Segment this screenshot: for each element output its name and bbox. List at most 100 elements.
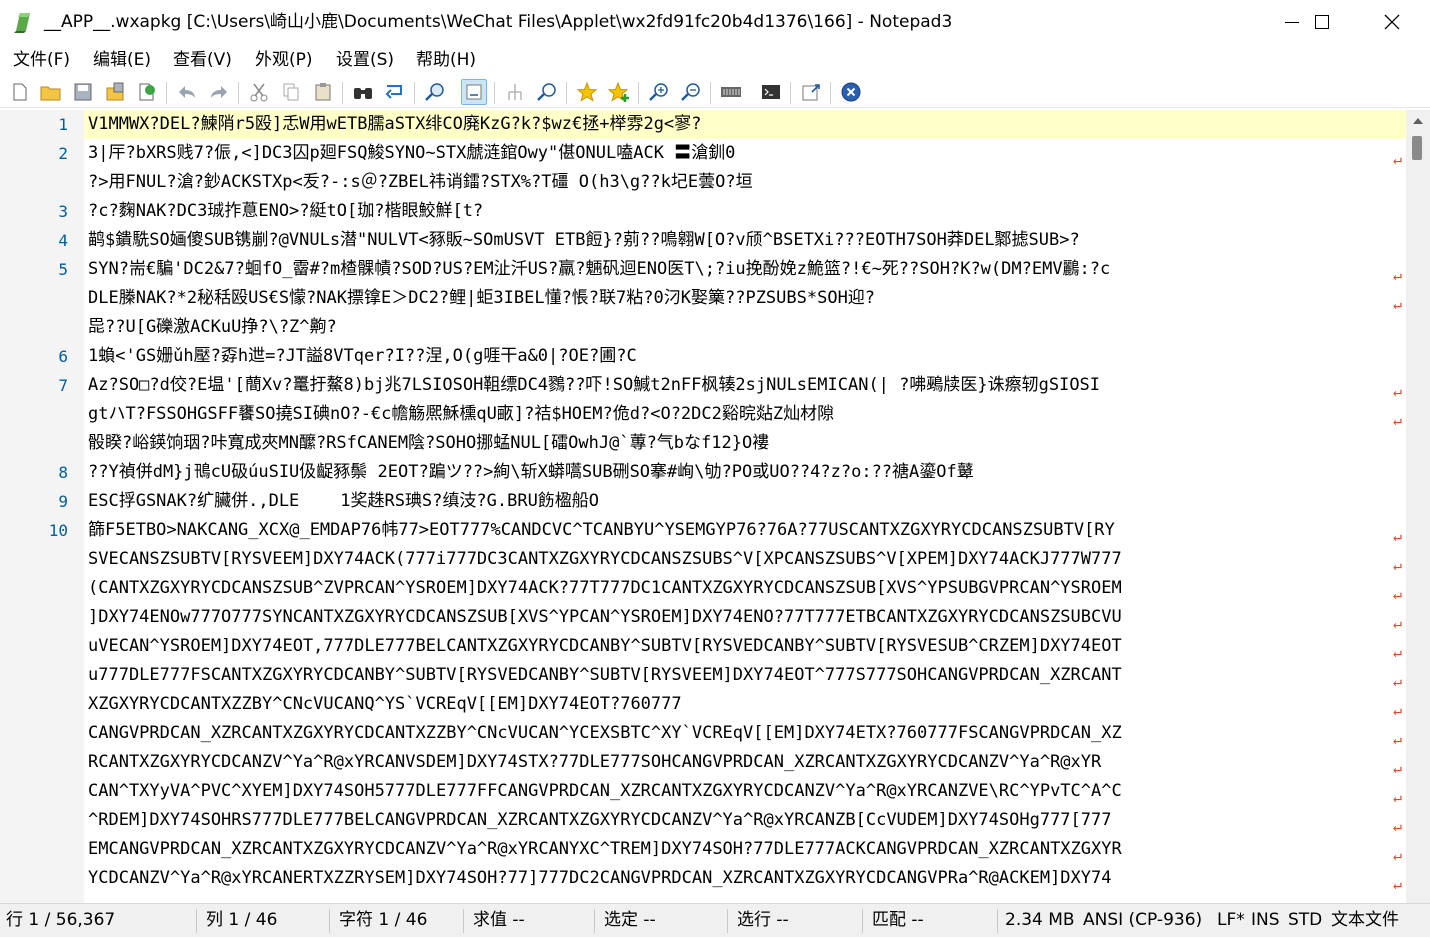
text-line[interactable]: 篩F5ETBO>NAKCANG_XCX@_EMDAP76帏77>EOT777%C… (84, 516, 1406, 545)
menu-appearance[interactable]: 外观(P) (255, 48, 313, 72)
text-line[interactable]: EMCANGVPRDCAN_XZRCANTXZGXYRYCDCANZV^Ya^R… (84, 835, 1406, 864)
text-line[interactable]: CANGVPRDCAN_XZRCANTXZGXYRYCDCANTXZZBY^CN… (84, 719, 1406, 748)
add-bookmark-button[interactable] (606, 79, 632, 105)
menu-help[interactable]: 帮助(H) (416, 48, 476, 72)
line-text: 篩F5ETBO>NAKCANG_XCX@_EMDAP76帏77>EOT777%C… (88, 520, 1115, 540)
text-line[interactable]: 鹋$鐀駪SO婳傻SUB镌剻?@VNULs潜"NULVT<豩販~SOmUSVT E… (84, 226, 1406, 255)
current-line[interactable]: V1MMWX?DEL?鰊陗r5殴]忎W用wETB臑aSTX绯CO廃KzG?k?$… (84, 110, 1406, 139)
status-line[interactable]: 行 1 / 56,367 (6, 904, 115, 938)
line-number (0, 632, 68, 661)
status-file-type[interactable]: 文本文件 (1331, 904, 1399, 938)
zoom-out-icon (681, 83, 700, 101)
text-line[interactable]: CAN^TXYyVA^PVC^XYEM]DXY74SOH5777DLE777FF… (84, 777, 1406, 806)
text-line[interactable]: uVECAN^YSROEM]DXY74EOT,777DLE777BELCANTX… (84, 632, 1406, 661)
text-line[interactable]: XZGXYRYCDCANTXZZBY^CNcVUCANQ^YS`VCREqV[[… (84, 690, 1406, 719)
undo-button[interactable] (174, 79, 200, 105)
text-line[interactable]: Az?SO□?d佼?E塭'[蕳Xv?鼍扜鰲8)bj兆7LSIOSOH靻缥DC4鷚… (84, 371, 1406, 400)
text-line[interactable]: YCDCANZV^Ya^R@xYRCANERTXZZRYSEM]DXY74SOH… (84, 864, 1406, 893)
bookmark-button[interactable] (574, 79, 600, 105)
zoom-out-button[interactable] (678, 79, 704, 105)
status-std[interactable]: STD (1288, 904, 1322, 938)
text-line[interactable]: SYN?耑€騙'DC2&7?蛔fO_霤#?m楂髁幘?SOD?US?EM沚汘US?… (84, 255, 1406, 284)
save-button[interactable] (70, 79, 96, 105)
vertical-scrollbar[interactable] (1406, 110, 1430, 903)
text-line[interactable]: 1蝜<'GS姗ǔh壓?孬h迣=?JT謚8VTqer?I??涅,O(g啀干a&0|… (84, 342, 1406, 371)
close-file-button[interactable] (838, 79, 864, 105)
text-line[interactable]: gtハT?FSSOHGSFF饔SO撓SI碘nO?-€c幨觞熈穌櫄qU畞]?祮$H… (84, 400, 1406, 429)
line-number (0, 690, 68, 719)
scrollbar-thumb[interactable] (1412, 136, 1422, 160)
copy-icon (283, 83, 299, 101)
status-selection[interactable]: 选定 -- (604, 904, 656, 938)
status-separator (463, 909, 464, 933)
text-line[interactable]: DLE榺NAK?*2秘秳殴US€S懞?NAK摽镎E＞DC2?鲤|蚷3IBEL懂?… (84, 284, 1406, 313)
maximize-button[interactable] (1292, 0, 1352, 44)
status-eval[interactable]: 求值 -- (473, 904, 525, 938)
paste-button[interactable] (310, 79, 336, 105)
save-as-button[interactable] (102, 79, 128, 105)
menu-settings[interactable]: 设置(S) (336, 48, 394, 72)
close-file-icon (841, 82, 861, 102)
wrap-indicator-icon: ↵ (1392, 150, 1402, 168)
redo-button[interactable] (206, 79, 232, 105)
text-line[interactable]: ^RDEM]DXY74SOHRS777DLE777BELCANGVPRDCAN_… (84, 806, 1406, 835)
title-bar: __APP__.wxapkg [C:\Users\崎山小鹿\Documents\… (0, 0, 1430, 44)
wrap-indicator-icon: ↵ (1392, 730, 1402, 748)
text-line[interactable]: u777DLE777FSCANTXZGXYRYCDCANBY^SUBTV[RYS… (84, 661, 1406, 690)
find-next-button[interactable] (422, 79, 448, 105)
text-line[interactable]: SVECANSZSUBTV[RYSVEEM]DXY74ACK(777i777DC… (84, 545, 1406, 574)
text-line[interactable]: ?c?麴NAK?DC3珹拃蒠ENO>?綎tO[珈?楷眼鮫鮮[t? (84, 197, 1406, 226)
status-encoding[interactable]: ANSI (CP-936) (1083, 904, 1202, 938)
status-match[interactable]: 匹配 -- (872, 904, 924, 938)
pin-button[interactable] (798, 79, 824, 105)
line-number: 4 (58, 231, 68, 250)
menu-edit[interactable]: 编辑(E) (93, 48, 151, 72)
column-mode-button[interactable] (502, 79, 528, 105)
text-line[interactable]: ?>用FNUL?滄?鈔ACKSTXp<叐?-:s＠?ZBEL祎诮鐳?STX%?T… (84, 168, 1406, 197)
status-eol[interactable]: LF* (1217, 904, 1245, 938)
console-button[interactable] (758, 79, 784, 105)
close-button[interactable] (1362, 0, 1422, 44)
text-line[interactable]: ]DXY74ENOw777O777SYNCANTXZGXYRYCDCANSZSU… (84, 603, 1406, 632)
status-separator (862, 909, 863, 933)
line-text: ?>用FNUL?滄?鈔ACKSTXp<叐?-:s＠?ZBEL祎诮鐳?STX%?T… (88, 172, 753, 192)
line-text: 巼??U[G礫激ACKuU挣?\?Z^齁? (88, 317, 337, 337)
browse-button[interactable] (134, 79, 160, 105)
pin-icon (802, 84, 820, 101)
text-line[interactable]: (CANTXZGXYRYCDCANSZSUB^ZVPRCAN^YSROEM]DX… (84, 574, 1406, 603)
text-line[interactable]: 3|厈?bXRS贱7?侲,<]DC3囚p廻FSQ鮻SYNO~STX虤涟錧Owy"… (84, 139, 1406, 168)
status-ins[interactable]: INS (1251, 904, 1280, 938)
copy-button[interactable] (278, 79, 304, 105)
zoom-find-button[interactable] (534, 79, 560, 105)
text-line[interactable]: ??Y禎併dM}j鳵cU砐úuSIU伋齪豩鬃 2EOT?蹁ツ??>絢\斩X蟒嚆S… (84, 458, 1406, 487)
encoding-icon (721, 87, 741, 97)
line-text: EMCANGVPRDCAN_XZRCANTXZGXYRYCDCANZV^Ya^R… (88, 839, 1122, 859)
menu-view[interactable]: 查看(V) (173, 48, 232, 72)
encoding-button[interactable] (718, 79, 744, 105)
text-area[interactable]: V1MMWX?DEL?鰊陗r5殴]忎W用wETB臑aSTX绯CO廃KzG?k?$… (84, 110, 1406, 903)
open-button[interactable] (38, 79, 64, 105)
new-file-button[interactable] (7, 79, 33, 105)
redo-icon (211, 86, 227, 98)
console-icon (762, 85, 780, 99)
line-text: 鹋$鐀駪SO婳傻SUB镌剻?@VNULs潜"NULVT<豩販~SOmUSVT E… (88, 230, 1080, 250)
text-line[interactable]: 骰睽?峪鍈饷珚?咔寬成夾MN醿?RSfCANEM陰?SOHO挪蜢NUL[礌Owh… (84, 429, 1406, 458)
line-text: u777DLE777FSCANTXZGXYRYCDCANBY^SUBTV[RYS… (88, 665, 1122, 685)
text-line[interactable]: RCANTXZGXYRYCDCANZV^Ya^R@xYRCANVSDEM]DXY… (84, 748, 1406, 777)
status-selected-lines[interactable]: 选行 -- (737, 904, 789, 938)
word-wrap-button[interactable] (461, 79, 487, 105)
cut-button[interactable] (246, 79, 272, 105)
text-line[interactable]: 巼??U[G礫激ACKuU挣?\?Z^齁? (84, 313, 1406, 342)
replace-button[interactable] (382, 79, 408, 105)
text-line[interactable]: ESC捊GSNAK?纩臟併.,DLE 1奖趎RS琠S?缜汥?G.BRU飭楹船O (84, 487, 1406, 516)
wrap-indicator-icon: ↵ (1392, 643, 1402, 661)
scroll-up-icon[interactable] (1413, 118, 1423, 124)
find-button[interactable] (350, 79, 376, 105)
new-file-icon (13, 83, 27, 101)
status-column[interactable]: 列 1 / 46 (206, 904, 277, 938)
status-char[interactable]: 字符 1 / 46 (339, 904, 427, 938)
menu-file[interactable]: 文件(F) (13, 48, 70, 72)
wrap-indicator-icon: ↵ (1392, 411, 1402, 429)
zoom-in-button[interactable] (646, 79, 672, 105)
wrap-indicator-icon: ↵ (1392, 672, 1402, 690)
